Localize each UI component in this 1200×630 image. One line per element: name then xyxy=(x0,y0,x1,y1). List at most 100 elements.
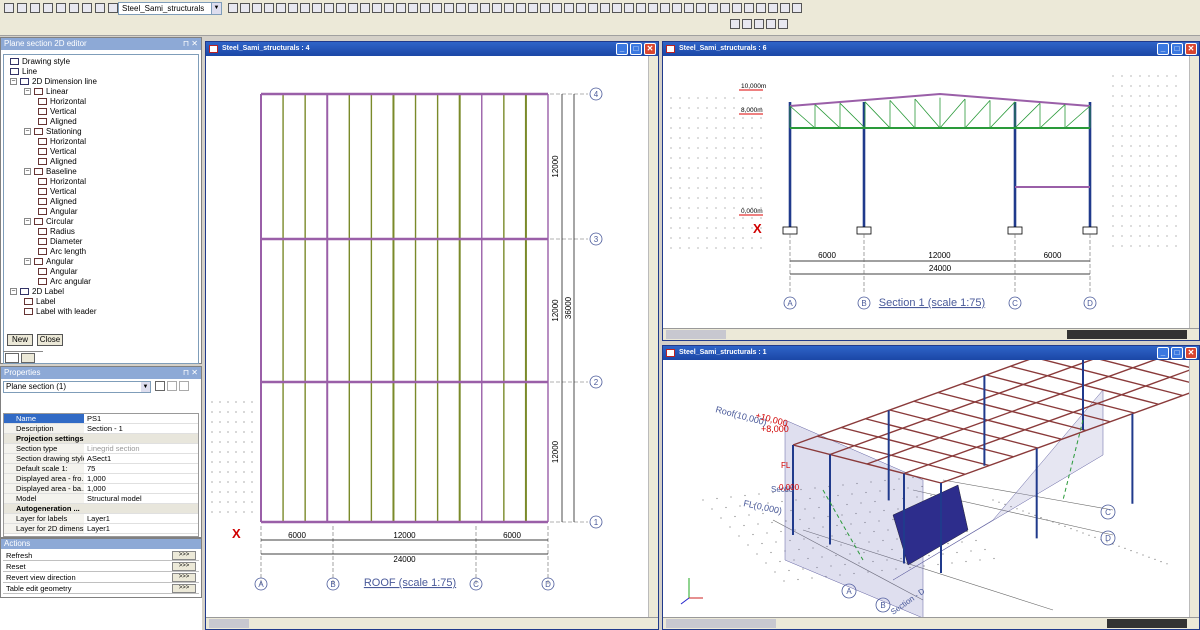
toolbar-tool-icon[interactable] xyxy=(43,3,53,13)
toolbar-tool-icon[interactable] xyxy=(564,3,574,13)
collapse-icon[interactable]: – xyxy=(24,88,31,95)
tree-item[interactable]: Horizontal xyxy=(38,97,86,106)
toolbar-tool-icon[interactable] xyxy=(696,3,706,13)
view-tools-icons[interactable] xyxy=(666,619,776,628)
toolbar-tool-icon[interactable] xyxy=(588,3,598,13)
property-row[interactable]: Section drawing style ASect1 xyxy=(4,454,198,464)
collapse-icon[interactable]: – xyxy=(24,258,31,265)
property-value[interactable]: Section - 1 xyxy=(84,424,198,433)
toolbar-tool-icon[interactable] xyxy=(480,3,490,13)
property-value[interactable]: Structural model xyxy=(84,494,198,503)
close-window-button[interactable]: ✕ xyxy=(1185,347,1197,359)
tree-item[interactable]: Arc angular xyxy=(38,277,91,286)
tree-item[interactable]: Aligned xyxy=(38,197,77,206)
toolbar-tool-icon[interactable] xyxy=(648,3,658,13)
toolbar-tool-icon[interactable] xyxy=(528,3,538,13)
tree-item[interactable]: Line xyxy=(10,67,37,76)
action-run-button[interactable]: >>> xyxy=(172,551,196,560)
pin-close-icon[interactable]: ⊓ ✕ xyxy=(183,38,198,50)
tree-item[interactable]: Angular xyxy=(38,267,78,276)
minimize-button[interactable]: _ xyxy=(1157,347,1169,359)
toolbar-tool-icon[interactable] xyxy=(69,3,79,13)
toolbar-tool-icon[interactable] xyxy=(30,3,40,13)
toolbar-tool-icon[interactable] xyxy=(552,3,562,13)
property-value[interactable]: Layer1 xyxy=(84,514,198,523)
property-row[interactable]: Layer for 2D dimensi... Layer1 xyxy=(4,524,198,534)
toolbar-tool-icon[interactable] xyxy=(95,3,105,13)
vertical-scrollbar[interactable] xyxy=(1189,56,1199,328)
action-row[interactable]: Refresh >>> xyxy=(3,551,199,561)
chevron-down-icon[interactable]: ▼ xyxy=(211,3,221,14)
collapse-icon[interactable]: – xyxy=(24,218,31,225)
tree-item[interactable]: – Baseline xyxy=(24,167,77,176)
property-value[interactable]: ASect1 xyxy=(84,454,198,463)
tree-item[interactable]: Aligned xyxy=(38,117,77,126)
vertical-scrollbar[interactable] xyxy=(1189,360,1199,618)
project-combo[interactable]: Steel_Sami_structurals ▼ xyxy=(118,2,222,15)
tree-item[interactable]: – 2D Label xyxy=(10,287,64,296)
action-run-button[interactable]: >>> xyxy=(172,573,196,582)
3d-view-window[interactable]: Steel_Sami_structurals : 1 _ □ ✕ ABCD Ro… xyxy=(662,345,1200,630)
toolbar-tool-icon[interactable] xyxy=(612,3,622,13)
toolbar-tool-icon[interactable] xyxy=(720,3,730,13)
toolbar-tool-icon[interactable] xyxy=(444,3,454,13)
property-row[interactable]: Section type Linegrid section xyxy=(4,444,198,454)
toolbar-tool-icon[interactable] xyxy=(432,3,442,13)
toolbar-tool-icon[interactable] xyxy=(742,19,752,29)
tree-item[interactable]: Horizontal xyxy=(38,177,86,186)
toolbar-tool-icon[interactable] xyxy=(252,3,262,13)
toolbar-tool-icon[interactable] xyxy=(516,3,526,13)
property-value[interactable]: PS1 xyxy=(84,414,198,423)
toolbar-tool-icon[interactable] xyxy=(276,3,286,13)
tree-item[interactable]: – Stationing xyxy=(24,127,82,136)
toolbar-tool-icon[interactable] xyxy=(600,3,610,13)
section-drawing[interactable]: 10,000m 8,000m 0,000m 6000 12000 6000 24000 A B C… xyxy=(663,56,1189,328)
property-row[interactable]: Description Section - 1 xyxy=(4,424,198,434)
tree-item[interactable]: Drawing style xyxy=(10,57,70,66)
toolbar-tool-icon[interactable] xyxy=(732,3,742,13)
toolbar-tool-icon[interactable] xyxy=(420,3,430,13)
tab-tree-icon[interactable] xyxy=(5,353,19,363)
minimize-button[interactable]: _ xyxy=(616,43,628,55)
toolbar-tool-icon[interactable] xyxy=(408,3,418,13)
tree-item[interactable]: Label with leader xyxy=(24,307,96,316)
toolbar-tool-icon[interactable] xyxy=(312,3,322,13)
maximize-button[interactable]: □ xyxy=(1171,43,1183,55)
toolbar-tool-icon[interactable] xyxy=(684,3,694,13)
tree-item[interactable]: Angular xyxy=(38,207,78,216)
action-row[interactable]: Revert view direction >>> xyxy=(3,573,199,583)
collapse-icon[interactable]: – xyxy=(10,288,17,295)
toolbar-tool-icon[interactable] xyxy=(708,3,718,13)
collapse-icon[interactable]: – xyxy=(24,128,31,135)
toolbar-tool-icon[interactable] xyxy=(504,3,514,13)
toolbar-tool-icon[interactable] xyxy=(288,3,298,13)
action-run-button[interactable]: >>> xyxy=(172,562,196,571)
tree-item[interactable]: – Circular xyxy=(24,217,74,226)
toolbar-tool-icon[interactable] xyxy=(228,3,238,13)
tree-item[interactable]: – 2D Dimension line xyxy=(10,77,97,86)
properties-object-combo[interactable]: Plane section (1) ▼ xyxy=(3,381,151,393)
property-value[interactable]: 1,000 xyxy=(84,484,198,493)
toolbar-tool-icon[interactable] xyxy=(456,3,466,13)
collapse-icon[interactable]: – xyxy=(24,168,31,175)
tree-item[interactable]: Arc length xyxy=(38,247,86,256)
vertical-scrollbar[interactable] xyxy=(648,56,658,618)
toolbar-tool-icon[interactable] xyxy=(384,3,394,13)
property-row[interactable]: Projection settings xyxy=(4,434,198,444)
tree-item[interactable]: Horizontal xyxy=(38,137,86,146)
property-value[interactable]: Linegrid section xyxy=(84,444,198,453)
toolbar-tool-icon[interactable] xyxy=(17,3,27,13)
new-button[interactable]: New xyxy=(7,334,33,346)
maximize-button[interactable]: □ xyxy=(1171,347,1183,359)
minimize-button[interactable]: _ xyxy=(1157,43,1169,55)
tree-item[interactable]: Vertical xyxy=(38,187,76,196)
toolbar-tool-icon[interactable] xyxy=(492,3,502,13)
toolbar-tool-icon[interactable] xyxy=(468,3,478,13)
plan-view-window[interactable]: Steel_Sami_structurals : 4 _ □ ✕ A B C D 1 2 3… xyxy=(205,41,659,630)
collapse-icon[interactable]: – xyxy=(10,78,17,85)
tree-item[interactable]: – Linear xyxy=(24,87,68,96)
property-row[interactable]: Default scale 1: 75 xyxy=(4,464,198,474)
property-value[interactable]: Layer1 xyxy=(84,524,198,533)
property-row[interactable]: Autogeneration ... xyxy=(4,504,198,514)
toolbar-tool-icon[interactable] xyxy=(778,19,788,29)
